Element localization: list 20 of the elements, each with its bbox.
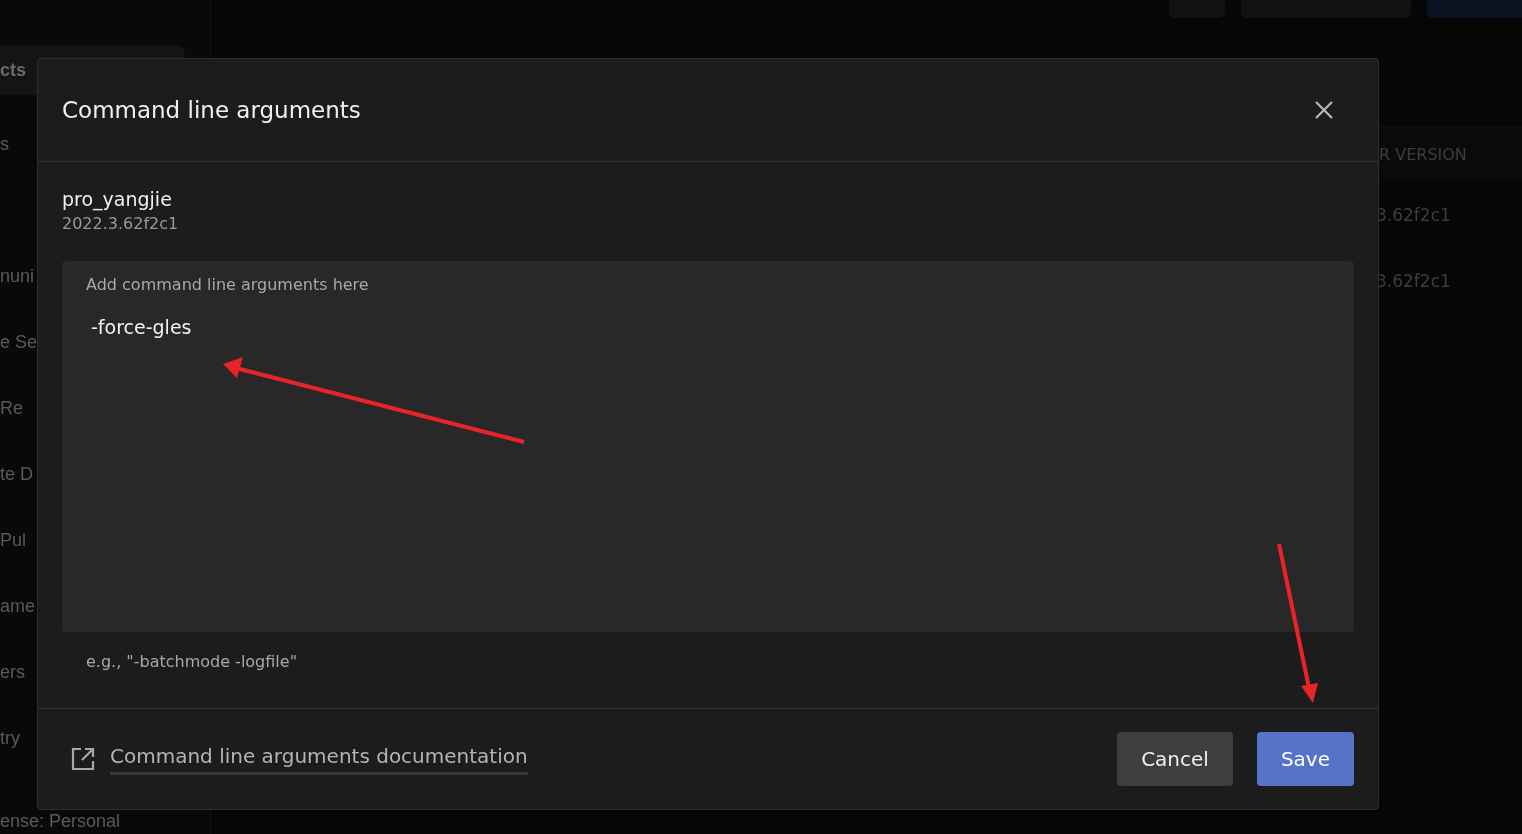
sidebar-item[interactable]: Re (0, 375, 36, 441)
sidebar-item[interactable]: Pul (0, 507, 36, 573)
documentation-link[interactable]: Command line arguments documentation (110, 743, 528, 775)
sidebar-item[interactable]: nuni (0, 243, 36, 309)
arguments-field[interactable]: Add command line arguments here -force-gles (62, 261, 1354, 632)
sidebar-item[interactable]: try (0, 705, 36, 771)
project-version: 2022.3.62f2c1 (62, 214, 180, 233)
sidebar-item[interactable]: s (0, 111, 36, 177)
close-icon[interactable] (1313, 99, 1335, 121)
dialog-title: Command line arguments (62, 97, 361, 123)
hint-text: e.g., "-batchmode -logfile" (85, 652, 298, 671)
license-text: ense: Personal (0, 811, 122, 831)
sidebar-item[interactable]: te D (0, 441, 36, 507)
save-button[interactable]: Save (1256, 732, 1354, 786)
external-link-icon (70, 746, 96, 772)
sidebar-item[interactable]: e Se (0, 309, 36, 375)
cancel-button[interactable]: Cancel (1117, 732, 1233, 786)
sidebar-item[interactable]: ers (0, 639, 36, 705)
sidebar-item[interactable]: ame (0, 573, 36, 639)
project-name: pro_yangjie (62, 188, 173, 210)
